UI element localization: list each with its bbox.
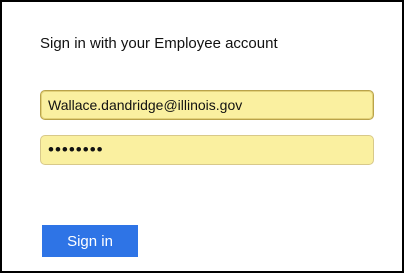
- sign-in-button[interactable]: Sign in: [42, 225, 138, 257]
- signin-panel: Sign in with your Employee account Sign …: [0, 0, 404, 273]
- signin-heading: Sign in with your Employee account: [40, 35, 278, 52]
- password-field[interactable]: [40, 135, 374, 165]
- email-field[interactable]: [40, 90, 374, 120]
